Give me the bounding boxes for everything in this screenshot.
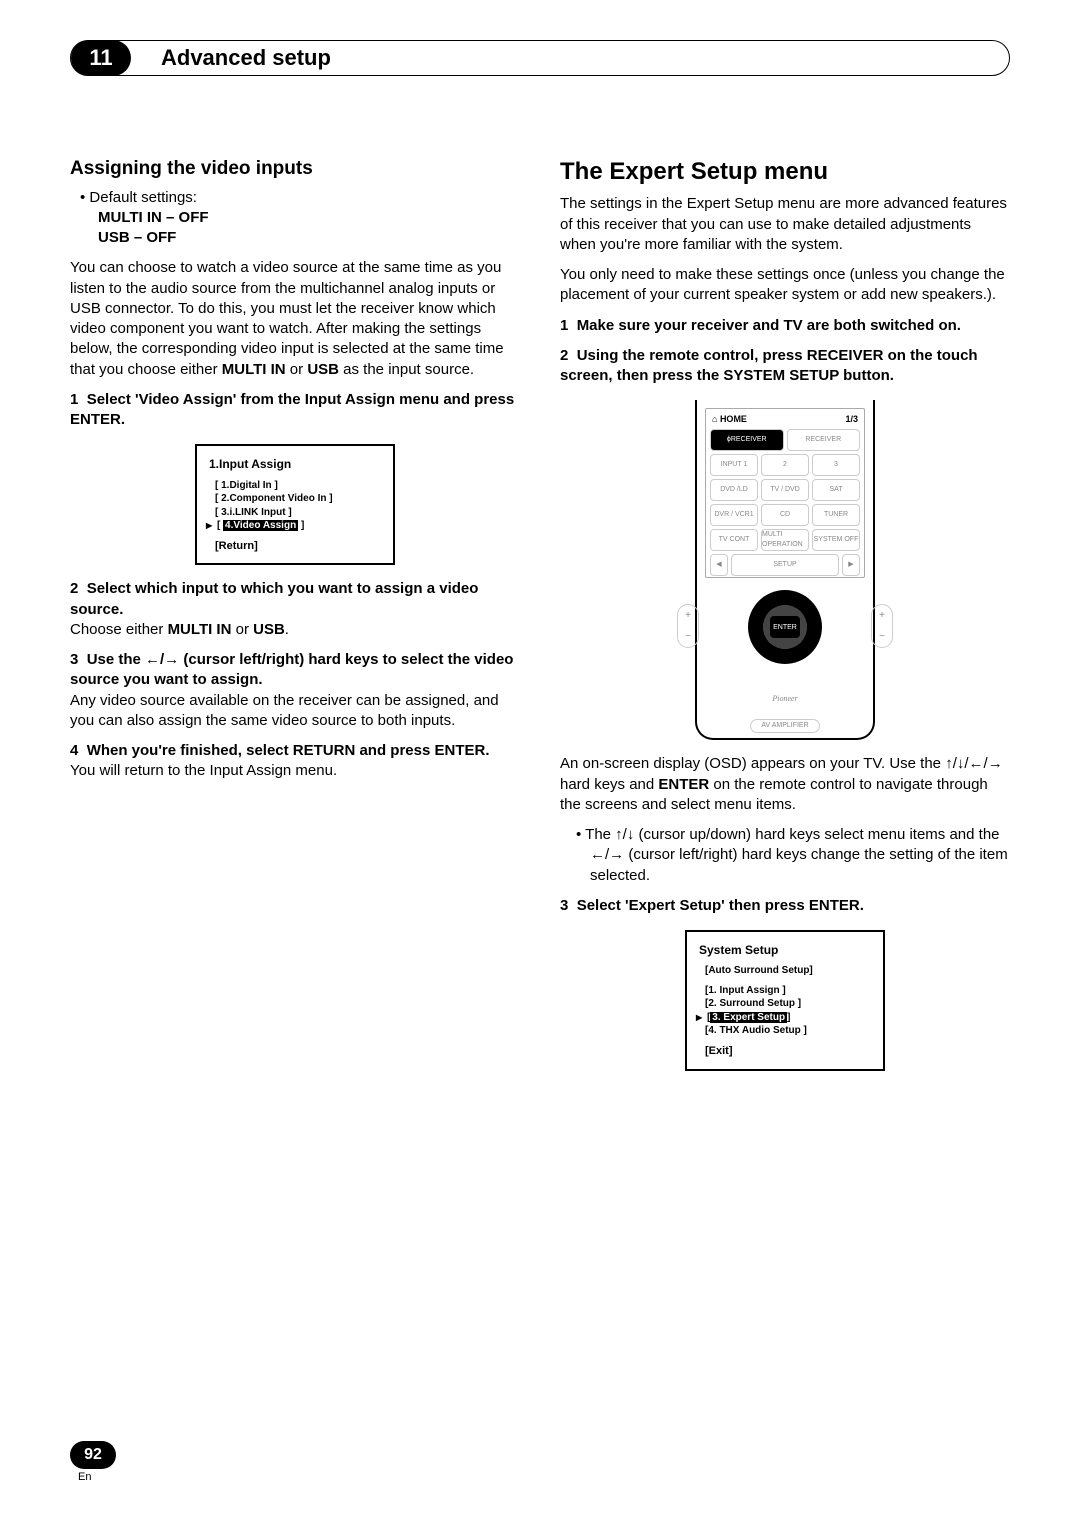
remote-dvd-button[interactable]: DVD /LD — [710, 479, 758, 501]
remote-home-icon: ⌂ HOME — [712, 413, 747, 425]
chapter-number-badge: 11 — [71, 40, 131, 76]
assign-step1: 1 Select 'Video Assign' from the Input A… — [70, 390, 520, 431]
assign-step2-body: Choose either MULTI IN or USB. — [70, 620, 520, 640]
chapter-header: 11 Advanced setup — [70, 40, 1010, 76]
expert-step2: 2 Using the remote control, press RECEIV… — [560, 346, 1010, 387]
remote-next-icon[interactable]: ▶ — [842, 554, 860, 576]
remote-sysoff-button[interactable]: SYSTEM OFF — [812, 529, 860, 551]
right-column: The Expert Setup menu The settings in th… — [560, 156, 1010, 1085]
remote-setup-button[interactable]: SETUP — [731, 554, 839, 576]
remote-touchscreen: ⌂ HOME 1/3 ϕ RECEIVER RECEIVER INPUT 1 2… — [705, 408, 865, 578]
left-column: Assigning the video inputs Default setti… — [70, 156, 520, 1085]
remote-input3-button[interactable]: 3 — [812, 454, 860, 476]
osd1-item4: [ 4.Video Assign ] — [206, 519, 381, 533]
assign-step3: 3 Use the ←/→ (cursor left/right) hard k… — [70, 650, 520, 691]
remote-receiver-on-button[interactable]: ϕ RECEIVER — [710, 429, 784, 451]
default-usb: USB – OFF — [98, 229, 176, 246]
defaults-bullet: Default settings: — [94, 188, 520, 208]
assign-step3-body: Any video source available on the receiv… — [70, 691, 520, 732]
language-label: En — [78, 1471, 116, 1483]
page-number-badge: 92 — [70, 1441, 116, 1469]
assign-heading: Assigning the video inputs — [70, 156, 520, 182]
remote-receiver-button[interactable]: RECEIVER — [787, 429, 861, 451]
chapter-title: Advanced setup — [149, 45, 331, 71]
osd2-title: System Setup — [699, 942, 871, 958]
remote-channel-rocker[interactable]: +− — [677, 604, 699, 648]
remote-model-label: AV AMPLIFIER — [750, 719, 819, 732]
default-multiin: MULTI IN – OFF — [98, 209, 209, 226]
osd1-item1: [ 1.Digital In ] — [215, 479, 381, 493]
osd2-auto: [Auto Surround Setup] — [705, 964, 871, 978]
remote-tvdvd-button[interactable]: TV / DVD — [761, 479, 809, 501]
expert-osd-note: An on-screen display (OSD) appears on yo… — [560, 754, 1010, 815]
arrow-ud-icon: ↑/↓ — [615, 826, 634, 843]
remote-dvr-button[interactable]: DVR / VCR1 — [710, 504, 758, 526]
assign-step2: 2 Select which input to which you want t… — [70, 579, 520, 620]
remote-volume-rocker[interactable]: +− — [871, 604, 893, 648]
assign-step4: 4 When you're finished, select RETURN an… — [70, 741, 520, 761]
osd2-item4: [4. THX Audio Setup ] — [705, 1024, 871, 1038]
remote-dpad[interactable]: ENTER — [748, 590, 822, 664]
remote-input2-button[interactable]: 2 — [761, 454, 809, 476]
expert-cursor-bullet: The ↑/↓ (cursor up/down) hard keys selec… — [590, 825, 1010, 886]
osd2-exit: [Exit] — [705, 1044, 871, 1059]
remote-enter-button[interactable]: ENTER — [770, 616, 800, 638]
remote-prev-icon[interactable]: ◀ — [710, 554, 728, 576]
osd1-return: [Return] — [215, 539, 381, 554]
osd2-item1: [1. Input Assign ] — [705, 984, 871, 998]
osd-system-setup: System Setup [Auto Surround Setup] [1. I… — [685, 930, 885, 1071]
remote-brand-label: Pioneer — [772, 694, 797, 705]
remote-sat-button[interactable]: SAT — [812, 479, 860, 501]
arrow-lr-icon: ←/→ — [145, 651, 179, 668]
arrow-all-icon: ↑/↓/←/→ — [945, 755, 1003, 772]
remote-page-indicator: 1/3 — [845, 413, 858, 425]
expert-heading: The Expert Setup menu — [560, 156, 1010, 188]
osd1-item2: [ 2.Component Video In ] — [215, 492, 381, 506]
osd1-title: 1.Input Assign — [209, 456, 381, 472]
osd1-item3: [ 3.i.LINK Input ] — [215, 506, 381, 520]
arrow-lr-icon: ←/→ — [590, 846, 624, 863]
remote-illustration: ⌂ HOME 1/3 ϕ RECEIVER RECEIVER INPUT 1 2… — [695, 400, 875, 740]
remote-input1-button[interactable]: INPUT 1 — [710, 454, 758, 476]
remote-tvcont-button[interactable]: TV CONT — [710, 529, 758, 551]
expert-step3: 3 Select 'Expert Setup' then press ENTER… — [560, 896, 1010, 916]
osd2-item2: [2. Surround Setup ] — [705, 997, 871, 1011]
assign-intro: You can choose to watch a video source a… — [70, 258, 520, 380]
remote-cd-button[interactable]: CD — [761, 504, 809, 526]
expert-para2: You only need to make these settings onc… — [560, 265, 1010, 306]
remote-tuner-button[interactable]: TUNER — [812, 504, 860, 526]
expert-para1: The settings in the Expert Setup menu ar… — [560, 194, 1010, 255]
assign-step4-body: You will return to the Input Assign menu… — [70, 761, 520, 781]
expert-step1: 1 Make sure your receiver and TV are bot… — [560, 316, 1010, 336]
osd2-item3: [3. Expert Setup] — [696, 1011, 871, 1025]
remote-multi-button[interactable]: MULTI OPERATION — [761, 529, 809, 551]
page-footer: 92 En — [70, 1441, 116, 1483]
osd-input-assign: 1.Input Assign [ 1.Digital In ] [ 2.Comp… — [195, 444, 395, 565]
